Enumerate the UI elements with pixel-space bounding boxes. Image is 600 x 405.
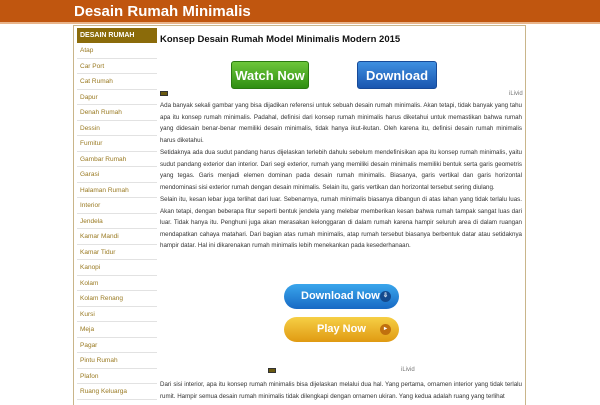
sidebar-item[interactable]: Kanopi xyxy=(77,260,157,276)
article: Konsep Desain Rumah Model Minimalis Mode… xyxy=(160,34,522,48)
sidebar-item[interactable]: Denah Rumah xyxy=(77,105,157,121)
tv-icon xyxy=(160,91,168,96)
paragraph: Ada banyak sekali gambar yang bisa dijad… xyxy=(160,102,522,144)
sidebar-item[interactable]: Interior xyxy=(77,198,157,214)
play-now-button[interactable]: Play Now ▸ xyxy=(284,317,399,342)
download-now-button[interactable]: Download Now ⇩ xyxy=(284,284,399,309)
sidebar-item[interactable]: Garasi xyxy=(77,167,157,183)
play-icon: ▸ xyxy=(380,324,391,335)
sidebar-item[interactable]: Kolam xyxy=(77,276,157,291)
sidebar-item[interactable]: Kamar Mandi xyxy=(77,229,157,245)
sidebar-item[interactable]: Cat Rumah xyxy=(77,74,157,90)
sidebar-item[interactable]: Jendela xyxy=(77,214,157,229)
download-button[interactable]: Download xyxy=(357,61,437,89)
sidebar-heading: DESAIN RUMAH xyxy=(77,28,157,43)
ad-brand[interactable]: iLivid xyxy=(401,367,415,373)
paragraph: Selain itu, kesan lebar juga terlihat da… xyxy=(160,196,522,250)
sidebar-item[interactable]: Pagar xyxy=(77,338,157,353)
ad-brand[interactable]: iLivid xyxy=(509,91,523,97)
sidebar-item[interactable]: Car Port xyxy=(77,59,157,74)
paragraph: Dari sisi interior, apa itu konsep rumah… xyxy=(160,381,522,400)
sidebar-item[interactable]: Meja xyxy=(77,322,157,338)
sidebar-item[interactable]: Kamar Tidur xyxy=(77,245,157,260)
download-now-label: Download Now xyxy=(301,290,380,302)
play-now-label: Play Now xyxy=(317,323,366,335)
sidebar-item[interactable]: Gambar Rumah xyxy=(77,152,157,167)
sidebar: DESAIN RUMAH Atap Car Port Cat Rumah Dapur D… xyxy=(77,28,157,400)
watch-now-button[interactable]: Watch Now xyxy=(231,61,309,89)
sidebar-item[interactable]: Dessin xyxy=(77,121,157,136)
paragraph: Setidaknya ada dua sudut pandang harus d… xyxy=(160,149,522,191)
sidebar-item[interactable]: Pintu Rumah xyxy=(77,353,157,369)
sidebar-item[interactable]: Ruang Keluarga xyxy=(77,384,157,400)
sidebar-item[interactable]: Furnitur xyxy=(77,136,157,152)
sidebar-item[interactable]: Plafon xyxy=(77,369,157,384)
sidebar-item[interactable]: Atap xyxy=(77,43,157,59)
sidebar-item[interactable]: Dapur xyxy=(77,90,157,105)
sidebar-item[interactable]: Kolam Renang xyxy=(77,291,157,307)
sidebar-item[interactable]: Kursi xyxy=(77,307,157,322)
sidebar-item[interactable]: Halaman Rumah xyxy=(77,183,157,198)
site-header: Desain Rumah Minimalis xyxy=(0,0,600,24)
download-arrow-icon: ⇩ xyxy=(380,291,391,302)
article-title: Konsep Desain Rumah Model Minimalis Mode… xyxy=(160,34,401,45)
site-title[interactable]: Desain Rumah Minimalis xyxy=(74,3,251,20)
tv-icon xyxy=(268,368,276,373)
